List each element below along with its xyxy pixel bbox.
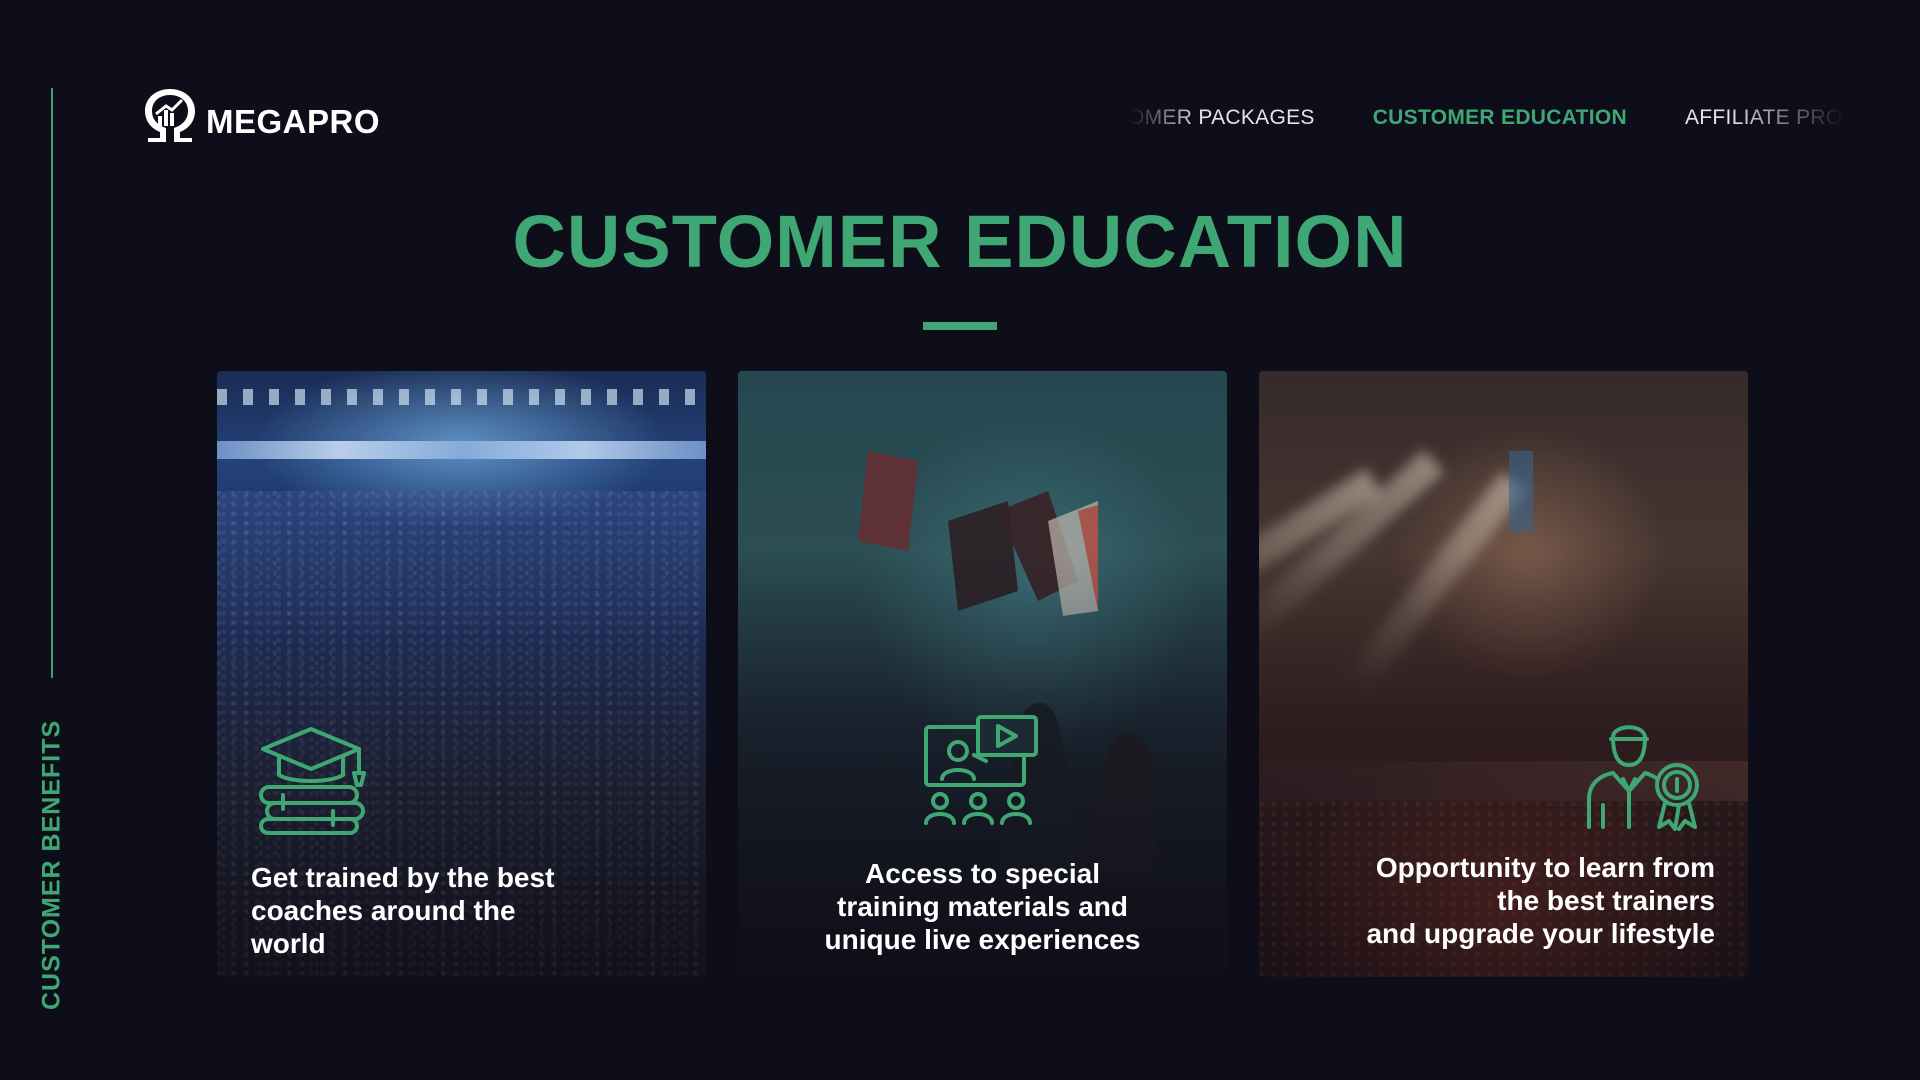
page-title: CUSTOMER EDUCATION	[512, 200, 1408, 283]
side-divider-line	[51, 88, 53, 678]
nav-item-customer-education[interactable]: CUSTOMER EDUCATION	[1373, 100, 1627, 136]
side-section-label: CUSTOMER BENEFITS	[37, 719, 66, 1010]
card-text: Opportunity to learn from the best train…	[1366, 852, 1715, 949]
logo-wordmark: MEGAPRO	[206, 103, 381, 140]
omega-logo-icon	[145, 89, 195, 142]
nav-item-customer-packages[interactable]: CUSTOMER PACKAGES	[1130, 100, 1315, 136]
card-text: Get trained by the best coaches around t…	[251, 862, 555, 959]
video-training-icon	[924, 715, 1038, 825]
logo[interactable]: MEGAPRO	[140, 86, 380, 144]
benefit-card-trained-by-coaches: Get trained by the best coaches around t…	[217, 371, 706, 977]
main-nav: CUSTOMER PACKAGES CUSTOMER EDUCATION AFF…	[1130, 100, 1845, 136]
benefit-card-learn-from-trainers: Opportunity to learn from the best train…	[1259, 371, 1748, 977]
benefit-card-training-materials: Access to special training materials and…	[738, 371, 1227, 977]
graduation-cap-books-icon	[259, 727, 366, 835]
card-text: Access to special training materials and…	[824, 858, 1141, 955]
title-underline	[923, 322, 997, 330]
trainer-award-icon	[1587, 725, 1699, 831]
benefit-cards: Get trained by the best coaches around t…	[217, 371, 1748, 977]
nav-item-affiliate-program[interactable]: AFFILIATE PROGRAM	[1685, 100, 1845, 136]
